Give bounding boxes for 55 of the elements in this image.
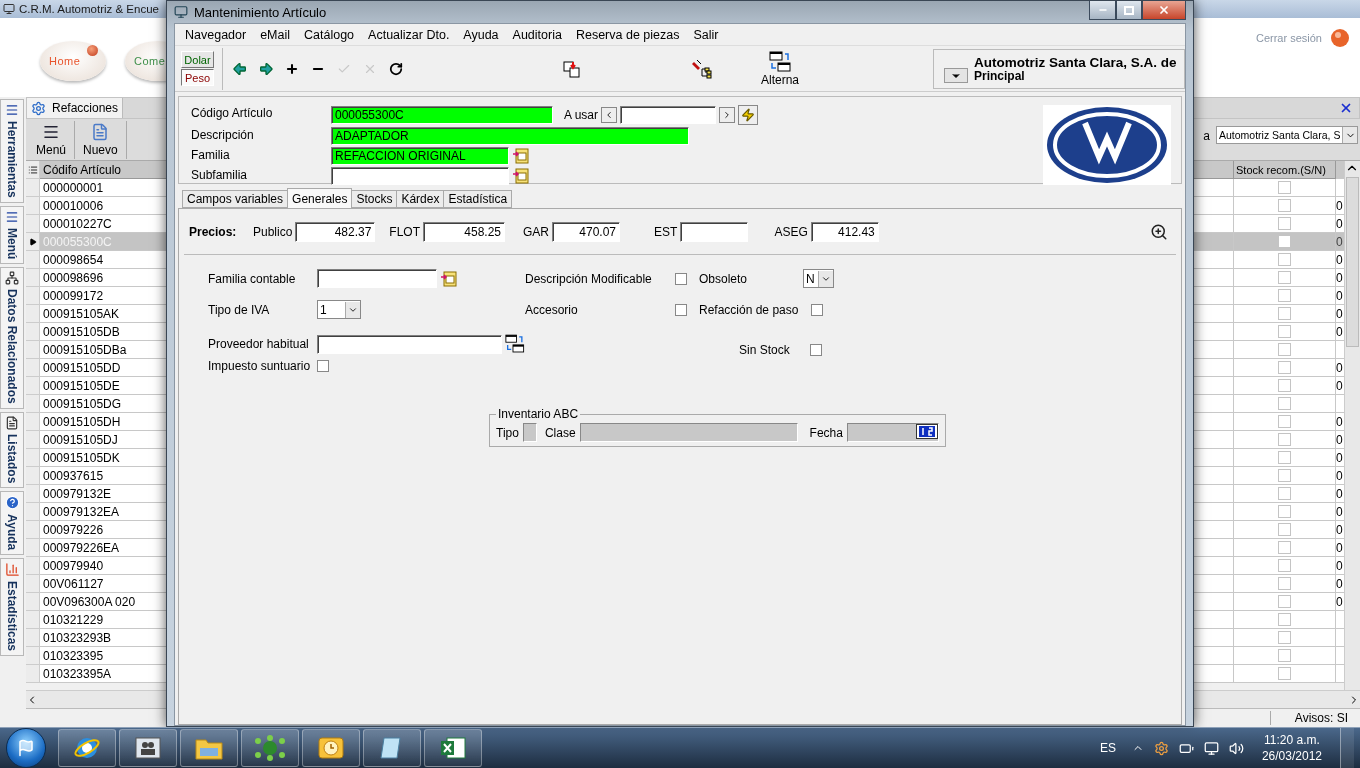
menu-item[interactable]: Auditoria xyxy=(505,27,569,42)
tab[interactable]: Estadística xyxy=(443,190,513,208)
menu-item[interactable]: Catálogo xyxy=(297,27,362,42)
field-label: Tipo de IVA xyxy=(208,302,271,317)
window-title: Mantenimiento Artículo xyxy=(194,4,327,20)
company-selector[interactable]: Automotriz Santa Clara, S.A. de Principal xyxy=(933,48,1185,89)
toolbar-button[interactable]: Menú xyxy=(28,121,76,159)
currency-button[interactable]: Dolar xyxy=(181,51,214,68)
field-label: Obsoleto xyxy=(699,271,749,286)
text-field[interactable]: REFACCION ORIGINAL xyxy=(331,147,509,165)
field-label: Descripción xyxy=(191,127,255,144)
tab[interactable]: Generales xyxy=(287,188,353,208)
window-title: C.R.M. Automotriz & Encue xyxy=(19,3,159,15)
field-label: Familia contable xyxy=(208,271,297,286)
currency-button[interactable]: Peso xyxy=(181,69,214,86)
column-header[interactable]: Stock recom.(S/N) xyxy=(1234,161,1336,179)
side-tab[interactable]: Listados xyxy=(0,411,24,489)
panel-tab[interactable]: Refacciones xyxy=(27,98,124,118)
tab[interactable]: Stocks xyxy=(351,190,398,208)
tab[interactable]: Kárdex xyxy=(396,190,445,208)
iva-select[interactable]: 1 xyxy=(317,300,361,319)
price-field[interactable]: 470.07 xyxy=(552,221,621,242)
field-label: Refacción de paso xyxy=(699,302,800,317)
menu-item[interactable]: Actualizar Dto. xyxy=(361,27,457,42)
menu-item[interactable]: Reserva de piezas xyxy=(568,27,687,42)
tab[interactable]: Campos variables xyxy=(182,190,289,208)
alterna-button[interactable]: Alterna xyxy=(755,50,806,87)
field-label: Accesorio xyxy=(525,302,579,317)
price-field[interactable]: 482.37 xyxy=(295,221,376,242)
filter-label: a xyxy=(1203,129,1210,143)
side-tab[interactable]: Menú xyxy=(0,205,24,265)
company-select[interactable]: Automotriz Santa Clara, S xyxy=(1216,126,1358,144)
side-tab[interactable]: Ayuda xyxy=(0,491,24,556)
menu-item[interactable]: Salir xyxy=(686,27,726,42)
text-field[interactable]: ADAPTADOR xyxy=(331,127,689,145)
menu-item[interactable]: Navegador xyxy=(178,27,254,42)
field-label: A usar xyxy=(564,108,599,122)
language-indicator[interactable]: ES xyxy=(1099,741,1116,755)
menu-item[interactable]: eMail xyxy=(253,27,298,42)
side-tab[interactable]: Datos Relacionados xyxy=(0,267,24,409)
toolbar-button[interactable]: Nuevo xyxy=(75,121,127,159)
menu-item[interactable]: Ayuda xyxy=(456,27,506,42)
obsoleto-select[interactable]: N xyxy=(803,269,834,288)
price-field[interactable]: 458.25 xyxy=(423,221,506,242)
clock[interactable]: 11:20 a.m. 26/03/2012 xyxy=(1261,732,1322,764)
field-label: Descripción Modificable xyxy=(525,271,653,286)
side-tab[interactable]: Herramientas xyxy=(0,99,24,203)
field-label: Impuesto suntuario xyxy=(208,359,312,373)
field-label: Sin Stock xyxy=(739,343,790,357)
field-label: Código Artículo xyxy=(191,105,274,122)
text-field[interactable]: 000055300C xyxy=(331,106,553,124)
side-tab[interactable]: Estadísticas xyxy=(0,558,24,657)
status-text: Avisos: SI xyxy=(1269,711,1360,725)
field-label: Familia xyxy=(191,147,231,164)
price-field[interactable]: 412.43 xyxy=(810,221,879,242)
